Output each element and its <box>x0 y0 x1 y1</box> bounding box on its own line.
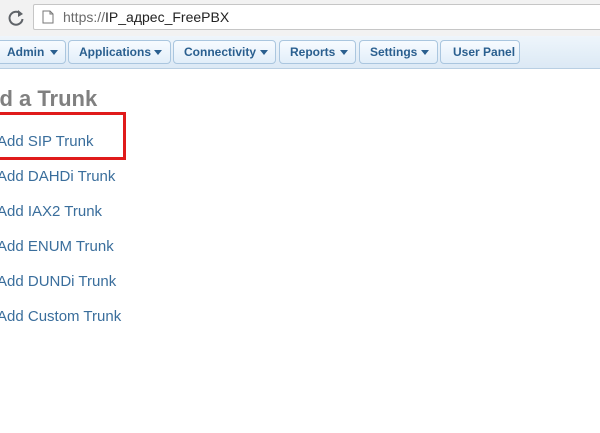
nav-applications-button[interactable]: Applications <box>68 40 171 64</box>
add-dahdi-trunk-link[interactable]: Add DAHDi Trunk <box>0 168 115 185</box>
nav-connectivity-button[interactable]: Connectivity <box>173 40 276 64</box>
nav-settings-button[interactable]: Settings <box>359 40 438 64</box>
url-scheme: https:// <box>63 9 106 25</box>
page-icon <box>42 10 54 24</box>
chevron-down-icon <box>154 50 162 55</box>
nav-user-panel-label: User Panel <box>453 45 516 59</box>
chevron-down-icon <box>340 50 348 55</box>
nav-applications-label: Applications <box>79 45 152 59</box>
browser-toolbar: https://IP_адрес_FreePBX <box>0 0 600 37</box>
url-text[interactable]: https://IP_адрес_FreePBX <box>63 9 229 25</box>
nav-admin-label: Admin <box>7 45 45 59</box>
nav-admin-button[interactable]: Admin <box>0 40 66 64</box>
nav-reports-label: Reports <box>290 45 336 59</box>
add-enum-trunk-link[interactable]: Add ENUM Trunk <box>0 238 114 255</box>
chevron-down-icon <box>260 50 268 55</box>
add-iax2-trunk-link[interactable]: Add IAX2 Trunk <box>0 203 102 220</box>
add-custom-trunk-link[interactable]: Add Custom Trunk <box>0 308 121 325</box>
add-dundi-trunk-link[interactable]: Add DUNDi Trunk <box>0 273 116 290</box>
chevron-down-icon <box>421 50 429 55</box>
add-sip-trunk-link[interactable]: Add SIP Trunk <box>0 133 93 150</box>
nav-settings-label: Settings <box>370 45 418 59</box>
nav-connectivity-label: Connectivity <box>184 45 257 59</box>
reload-icon[interactable] <box>6 8 26 28</box>
address-bar[interactable]: https://IP_адрес_FreePBX <box>33 4 600 30</box>
main-nav: Admin Applications Connectivity Reports … <box>0 36 600 69</box>
nav-user-panel-button[interactable]: User Panel <box>440 40 520 64</box>
nav-reports-button[interactable]: Reports <box>279 40 356 64</box>
url-host: IP_адрес_FreePBX <box>105 9 230 25</box>
page-title: dd a Trunk <box>0 86 98 111</box>
chevron-down-icon <box>50 50 58 55</box>
